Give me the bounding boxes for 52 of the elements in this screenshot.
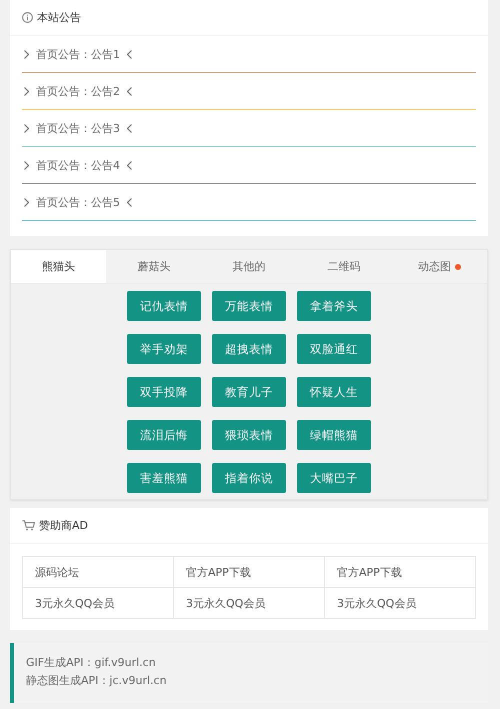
emoji-button[interactable]: 怀疑人生 [297,377,371,407]
panel-title: 赞助商AD [39,518,88,533]
emoji-button[interactable]: 拿着斧头 [297,291,371,321]
chevron-right-icon [24,160,29,170]
emoji-button[interactable]: 双手投降 [127,377,201,407]
panel-title: 本站公告 [37,10,81,25]
emoji-button[interactable]: 害羞熊猫 [127,463,201,493]
notice-text: 首页公告：公告1 [36,46,120,62]
emoji-button[interactable]: 流泪后悔 [127,420,201,450]
chevron-left-icon [127,50,132,58]
chevron-left-icon [127,198,132,206]
info-icon [22,12,33,23]
notice-text: 首页公告：公告5 [36,194,120,210]
chevron-right-icon [24,86,29,96]
emoji-button[interactable]: 猥琐表情 [212,420,286,450]
notice-text: 首页公告：公告2 [36,84,120,98]
emoji-button[interactable]: 双脸通红 [297,334,371,364]
table-cell: 3元永久QQ会员 [22,588,174,618]
chevron-left-icon [127,86,132,96]
tab[interactable]: 蘑菇头 [106,250,202,283]
tab[interactable]: 熊猫头 [11,250,106,283]
emoji-button[interactable]: 大嘴巴子 [297,463,371,493]
chevron-left-icon [127,124,132,132]
emoji-button[interactable]: 指着你说 [212,463,286,493]
notice-row[interactable]: 首页公告：公告2 [22,73,476,110]
chevron-right-icon [24,124,29,132]
emoji-button[interactable]: 举手劝架 [127,334,201,364]
api-text: GIF生成API：gif.v9url.cn [26,655,156,671]
notice-text: 首页公告：公告3 [36,120,120,136]
table-cell: 3元永久QQ会员 [324,588,476,618]
chevron-right-icon [24,50,29,58]
emoji-button[interactable]: 万能表情 [212,291,286,321]
table-cell: 官方APP下载 [324,556,476,588]
tab[interactable]: 动态图 [392,250,488,283]
emoji-button[interactable]: 记仇表情 [127,291,201,321]
table-cell: 官方APP下载 [174,556,324,588]
chevron-left-icon [127,160,132,170]
chevron-right-icon [24,198,29,206]
cart-icon [22,520,35,531]
api-text: 静态图生成API：jc.v9url.cn [26,673,167,689]
notice-row[interactable]: 首页公告：公告3 [22,110,476,147]
emoji-button[interactable]: 超拽表情 [212,334,286,364]
notice-row[interactable]: 首页公告：公告4 [22,147,476,184]
notice-text: 首页公告：公告4 [36,158,120,172]
tab[interactable]: 二维码 [296,250,392,283]
notice-row[interactable]: 首页公告：公告1 [22,36,476,73]
tab[interactable]: 其他的 [201,250,297,283]
emoji-button[interactable]: 教育儿子 [212,377,286,407]
table-cell: 源码论坛 [22,556,174,588]
table-cell: 3元永久QQ会员 [174,588,324,618]
notice-row[interactable]: 首页公告：公告5 [22,184,476,221]
emoji-button[interactable]: 绿帽熊猫 [297,420,371,450]
